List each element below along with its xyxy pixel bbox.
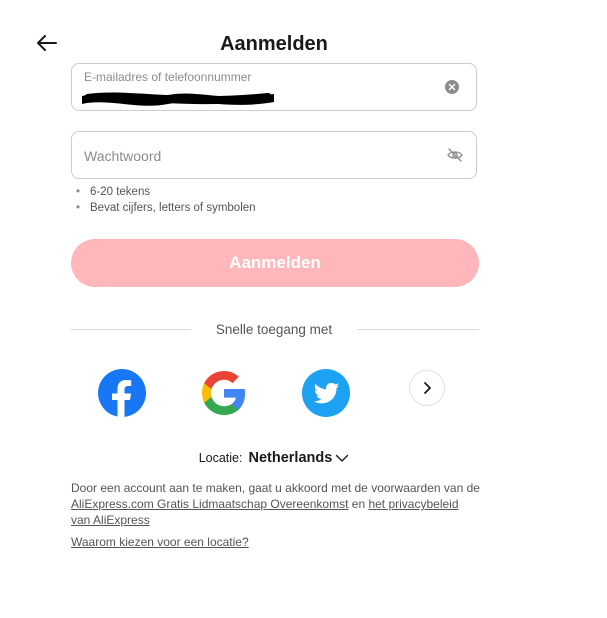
terms-prefix: Door een account aan te maken, gaat u ak… (71, 481, 480, 495)
location-selector: Locatie: Netherlands (0, 450, 548, 466)
location-value[interactable]: Netherlands (248, 450, 332, 466)
divider-left (71, 329, 191, 330)
terms-text: Door een account aan te maken, gaat u ak… (71, 480, 481, 528)
email-field-label: E-mailadres of telefoonnummer (84, 70, 252, 84)
redaction-scribble (82, 92, 274, 106)
email-field[interactable]: E-mailadres of telefoonnummer (71, 63, 477, 111)
toggle-password-visibility-button[interactable] (446, 146, 464, 164)
facebook-icon (98, 369, 146, 417)
twitter-login-button[interactable] (302, 369, 350, 417)
page-title: Aanmelden (220, 33, 328, 55)
login-button[interactable]: Aanmelden (71, 239, 479, 287)
eye-off-icon (447, 148, 463, 162)
google-icon (202, 371, 246, 415)
more-login-options-button[interactable] (409, 370, 445, 406)
chevron-down-icon[interactable] (335, 454, 349, 463)
location-label: Locatie: (198, 451, 243, 465)
password-hints: 6-20 tekens Bevat cijfers, letters of sy… (76, 184, 256, 216)
twitter-icon (302, 369, 350, 417)
password-input[interactable] (84, 146, 424, 166)
chevron-right-icon (424, 382, 431, 394)
facebook-login-button[interactable] (98, 369, 146, 417)
terms-middle: en (348, 497, 369, 511)
password-hint-length: 6-20 tekens (76, 184, 256, 200)
divider-right (357, 329, 479, 330)
password-field[interactable] (71, 131, 477, 179)
clear-circle-icon (448, 83, 456, 91)
quick-access-label: Snelle toegang met (215, 322, 333, 337)
membership-agreement-link[interactable]: AliExpress.com Gratis Lidmaatschap Overe… (71, 497, 348, 511)
password-hint-chars: Bevat cijfers, letters of symbolen (76, 200, 256, 216)
google-login-button[interactable] (200, 369, 248, 417)
why-location-link[interactable]: Waarom kiezen voor een locatie? (71, 535, 249, 549)
clear-email-button[interactable] (445, 80, 459, 94)
